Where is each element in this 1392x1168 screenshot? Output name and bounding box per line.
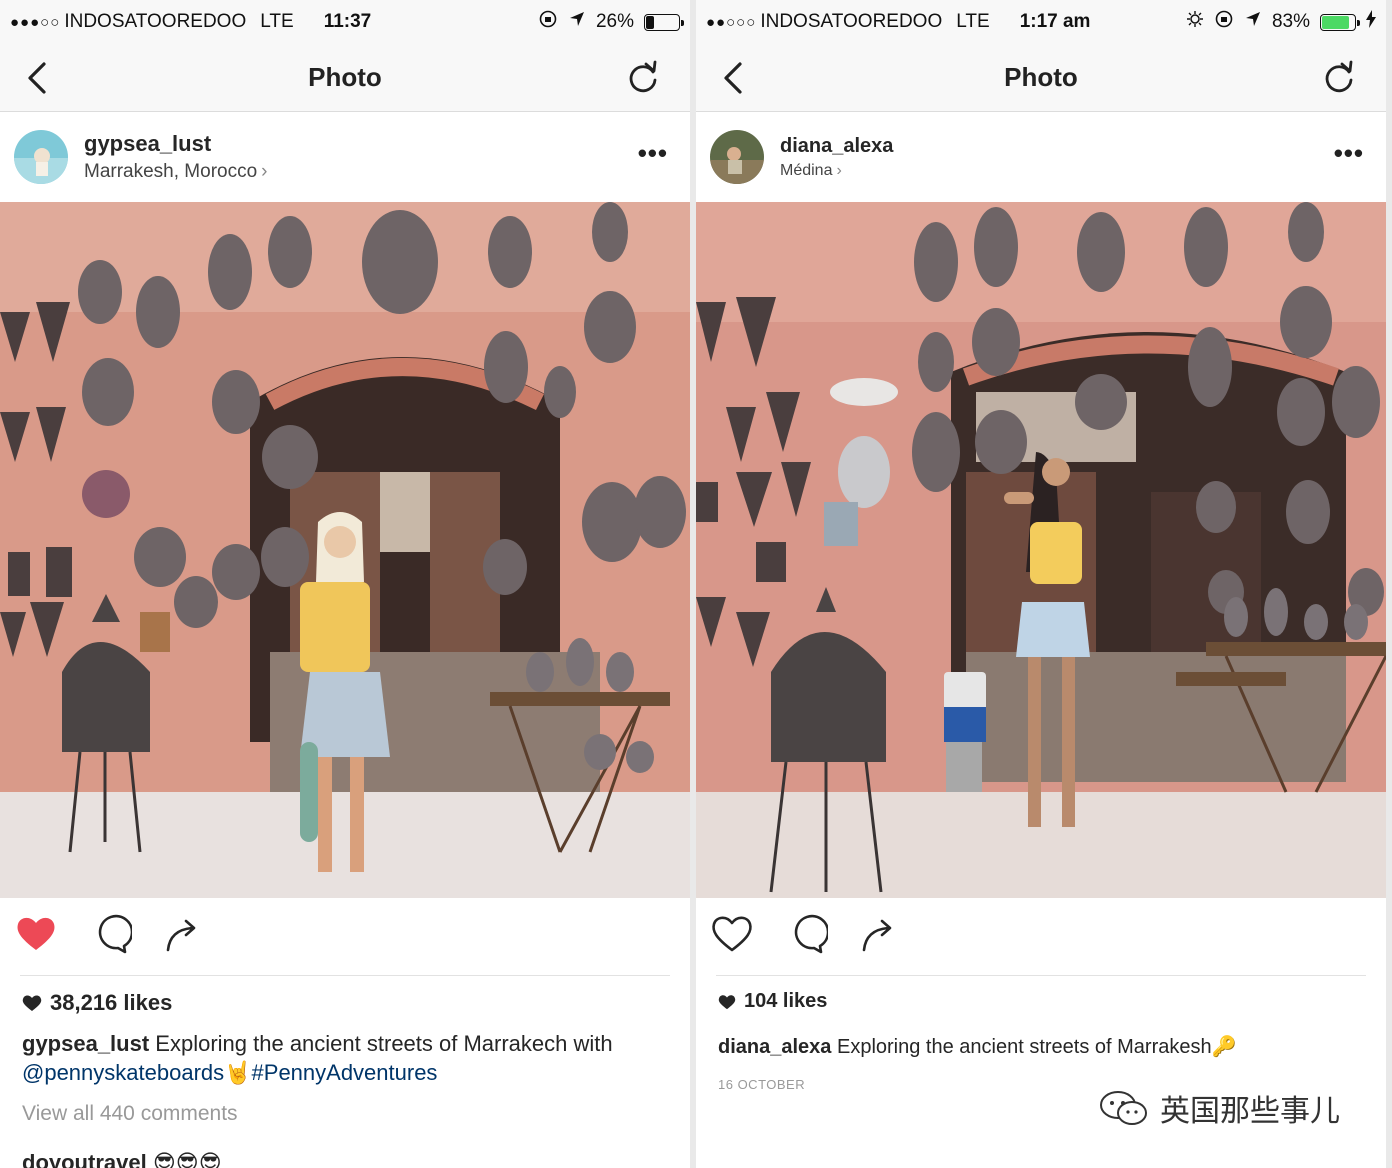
caption-text: Exploring the ancient streets of Marrake… <box>836 1036 1212 1058</box>
post-photo[interactable] <box>0 202 690 898</box>
likes-label: 38,216 likes <box>50 990 173 1015</box>
charging-bolt-icon <box>1366 10 1376 34</box>
battery-percent: 83% <box>1271 11 1310 32</box>
post-caption: diana_alexa Exploring the ancient street… <box>718 1033 1356 1062</box>
carrier-name: INDOSATOOREDOO <box>64 11 247 32</box>
caption-emoji: 🔑 <box>1211 1036 1237 1058</box>
post-username[interactable]: diana_alexa <box>780 135 893 158</box>
location-label: Marrakesh, Morocco <box>84 161 258 182</box>
more-options-icon[interactable]: ••• <box>638 140 668 166</box>
post-username[interactable]: gypsea_lust <box>84 131 268 157</box>
refresh-icon[interactable] <box>624 58 662 98</box>
action-bar <box>14 912 206 956</box>
post-caption: gypsea_lust Exploring the ancient street… <box>22 1029 660 1087</box>
small-heart-icon <box>22 995 42 1011</box>
likes-label: 104 likes <box>744 990 828 1012</box>
heart-outline-icon[interactable] <box>710 912 754 956</box>
chevron-right-icon: › <box>836 161 842 179</box>
battery-icon <box>644 13 684 31</box>
post-location[interactable]: Médina › <box>780 162 893 180</box>
avatar[interactable] <box>710 130 764 184</box>
status-bar: ●●●○○ INDOSATOOREDOO LTE 11:37 26% <box>0 0 690 44</box>
nav-bar: Photo <box>696 44 1386 112</box>
refresh-icon[interactable] <box>1320 58 1358 98</box>
location-arrow-icon <box>568 10 586 34</box>
watermark-text: 英国那些事儿 <box>1160 1095 1340 1128</box>
photo-illustration <box>696 202 1386 898</box>
page-title: Photo <box>308 62 382 92</box>
post-photo[interactable] <box>696 202 1386 898</box>
post-date: 16 OCTOBER <box>718 1077 806 1092</box>
right-instagram-screenshot: ●●○○○ INDOSATOOREDOO LTE 1:17 am 83% Pho… <box>696 0 1386 1168</box>
page-title: Photo <box>1004 62 1078 92</box>
caption-username[interactable]: gypsea_lust <box>22 1031 149 1056</box>
status-time: 11:37 <box>323 11 372 32</box>
signal-dots: ●●○○○ <box>706 13 757 31</box>
status-bar: ●●○○○ INDOSATOOREDOO LTE 1:17 am 83% <box>696 0 1386 44</box>
battery-percent: 26% <box>595 11 634 32</box>
network-type: LTE <box>956 11 990 32</box>
post-header: diana_alexa Médina › ••• <box>696 112 1386 202</box>
divider <box>716 975 1366 976</box>
network-type: LTE <box>260 11 294 32</box>
brightness-icon <box>1186 10 1204 34</box>
view-all-comments-link[interactable]: View all 440 comments <box>22 1102 238 1126</box>
location-label: Médina <box>780 161 833 179</box>
wechat-watermark: 英国那些事儿 <box>1096 1086 1340 1130</box>
comment-username[interactable]: doyoutravel <box>22 1150 147 1168</box>
share-icon[interactable] <box>162 912 206 956</box>
photo-illustration <box>0 202 690 898</box>
action-bar <box>710 912 902 956</box>
carrier-name: INDOSATOOREDOO <box>760 11 943 32</box>
share-icon[interactable] <box>858 912 902 956</box>
status-time: 1:17 am <box>1019 11 1091 32</box>
likes-count[interactable]: 104 likes <box>718 990 827 1013</box>
wechat-logo-icon <box>1100 1091 1147 1125</box>
back-chevron-icon[interactable] <box>718 58 754 98</box>
comment-row: doyoutravel 😎😎😎 <box>22 1150 222 1168</box>
comment-text: 😎😎😎 <box>152 1150 222 1168</box>
caption-username[interactable]: diana_alexa <box>718 1036 831 1058</box>
comment-icon[interactable] <box>784 912 830 956</box>
caption-emoji: 🤘 <box>224 1060 252 1085</box>
post-header: gypsea_lust Marrakesh, Morocco › ••• <box>0 112 690 202</box>
heart-filled-icon[interactable] <box>14 912 58 956</box>
comment-icon[interactable] <box>88 912 134 956</box>
divider <box>20 975 670 976</box>
more-options-icon[interactable]: ••• <box>1334 140 1364 166</box>
left-instagram-screenshot: ●●●○○ INDOSATOOREDOO LTE 11:37 26% Photo <box>0 0 690 1168</box>
rotation-lock-icon <box>538 9 558 35</box>
nav-bar: Photo <box>0 44 690 112</box>
small-heart-icon <box>718 994 736 1009</box>
signal-dots: ●●●○○ <box>10 13 61 31</box>
post-location[interactable]: Marrakesh, Morocco › <box>84 161 268 183</box>
location-arrow-icon <box>1244 10 1262 34</box>
caption-hashtag[interactable]: #PennyAdventures <box>252 1060 438 1085</box>
rotation-lock-icon <box>1214 9 1234 35</box>
chevron-right-icon: › <box>261 161 268 182</box>
back-chevron-icon[interactable] <box>22 58 58 98</box>
likes-count[interactable]: 38,216 likes <box>22 990 172 1016</box>
battery-icon <box>1320 13 1360 31</box>
avatar[interactable] <box>14 130 68 184</box>
caption-mention[interactable]: @pennyskateboards <box>22 1060 224 1085</box>
caption-text: Exploring the ancient streets of Marrake… <box>155 1031 613 1056</box>
